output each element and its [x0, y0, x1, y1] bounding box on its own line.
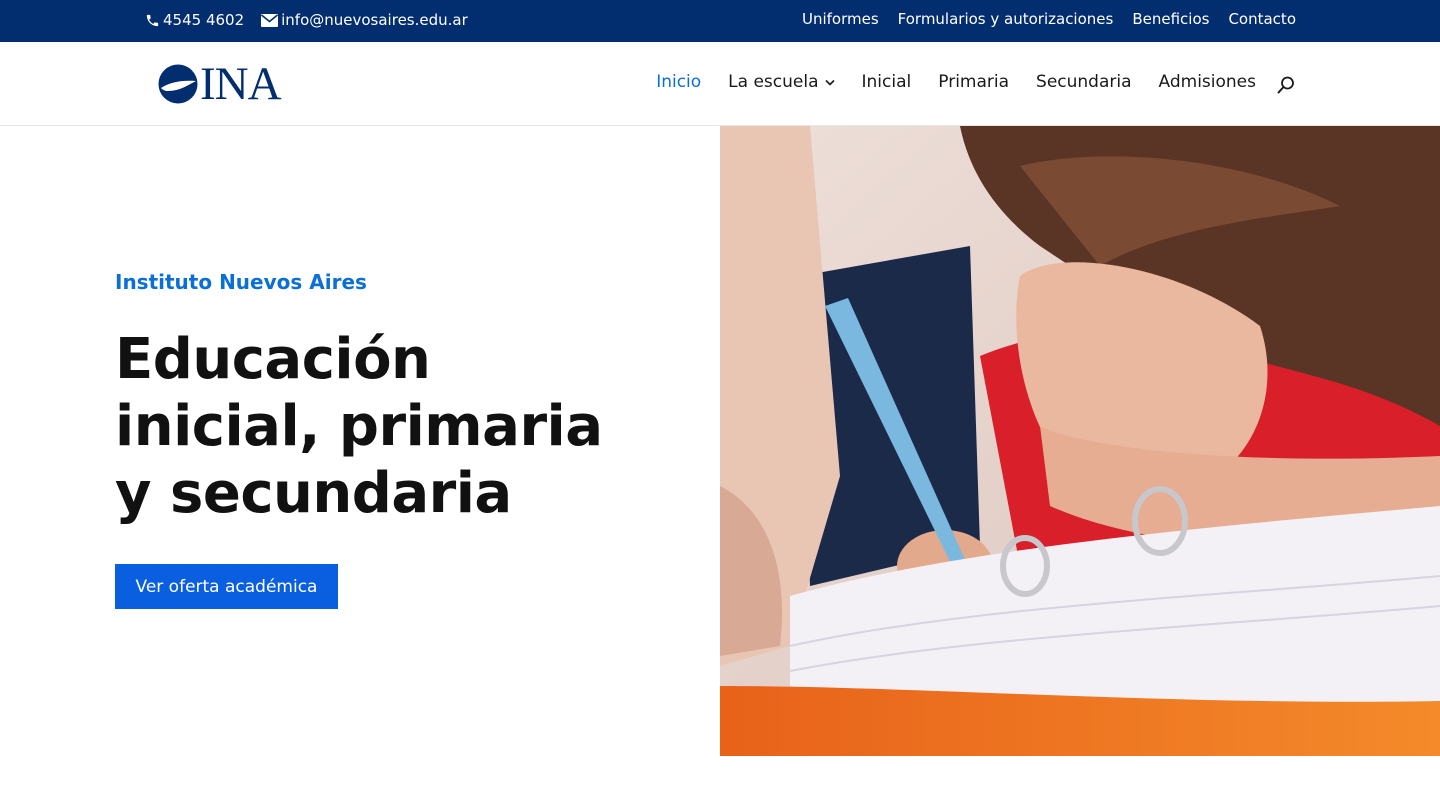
site-header: INA Inicio La escuela Inicial Primaria S…: [0, 42, 1440, 126]
chevron-down-icon: [824, 79, 835, 86]
hero-headline: Educación inicial, primaria y secundaria: [115, 327, 603, 526]
secondary-nav-uniformes[interactable]: Uniformes: [802, 10, 879, 28]
phone-link[interactable]: 4545 4602: [145, 11, 244, 29]
email-link[interactable]: info@nuevosaires.edu.ar: [261, 11, 468, 29]
email-address: info@nuevosaires.edu.ar: [281, 11, 468, 29]
contact-info: 4545 4602 info@nuevosaires.edu.ar: [145, 11, 485, 29]
phone-number: 4545 4602: [163, 11, 245, 29]
nav-item-la-escuela[interactable]: La escuela: [728, 72, 835, 92]
ver-oferta-button[interactable]: Ver oferta académica: [115, 564, 338, 609]
top-bar: 4545 4602 info@nuevosaires.edu.ar Unifor…: [0, 0, 1440, 42]
secondary-nav-contacto[interactable]: Contacto: [1228, 10, 1296, 28]
logo-mark-icon: [158, 64, 198, 104]
nav-item-label: La escuela: [728, 72, 819, 92]
logo[interactable]: INA: [158, 58, 282, 110]
search-icon[interactable]: [1276, 75, 1296, 95]
main-nav: Inicio La escuela Inicial Primaria Secun…: [629, 72, 1256, 92]
nav-item-inicial[interactable]: Inicial: [862, 72, 912, 92]
hero-eyebrow: Instituto Nuevos Aires: [115, 270, 367, 294]
secondary-nav: Uniformes Formularios y autorizaciones B…: [783, 10, 1296, 28]
nav-item-admisiones[interactable]: Admisiones: [1159, 72, 1256, 92]
secondary-nav-beneficios[interactable]: Beneficios: [1132, 10, 1209, 28]
hero-photo: [720, 126, 1440, 756]
nav-item-primaria[interactable]: Primaria: [938, 72, 1009, 92]
logo-text: INA: [200, 58, 282, 110]
secondary-nav-formularios[interactable]: Formularios y autorizaciones: [898, 10, 1114, 28]
phone-icon: [145, 13, 160, 28]
envelope-icon: [261, 13, 279, 27]
nav-item-inicio[interactable]: Inicio: [656, 72, 701, 92]
nav-item-secundaria[interactable]: Secundaria: [1036, 72, 1131, 92]
